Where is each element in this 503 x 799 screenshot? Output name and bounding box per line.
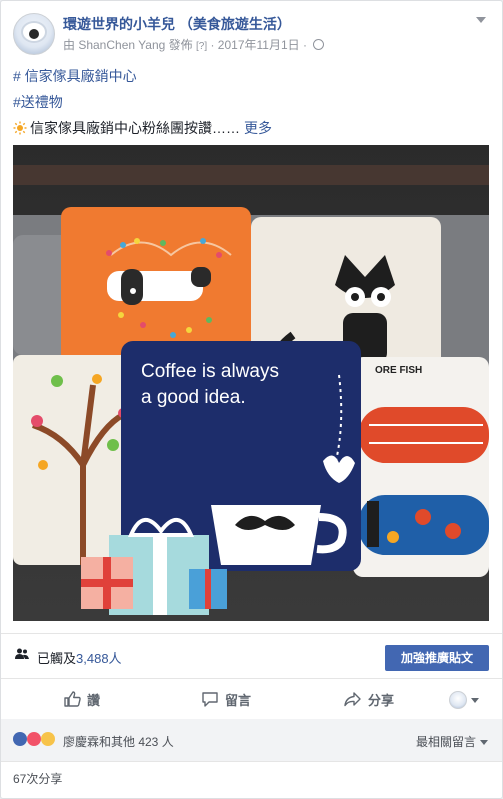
- share-label: 分享: [368, 693, 395, 708]
- pillows-image: ORE FISH Coffee is always a good idea.: [13, 145, 489, 621]
- hashtag-link-2[interactable]: #送禮物: [13, 89, 490, 115]
- post-options-chevron-icon[interactable]: [476, 17, 486, 23]
- post-date-link[interactable]: 2017年11月1日: [218, 38, 300, 52]
- see-more-link[interactable]: 更多: [244, 120, 272, 136]
- people-icon: [15, 648, 29, 659]
- thumbs-up-icon: [64, 691, 81, 707]
- comment-label: 留言: [225, 693, 252, 708]
- help-link[interactable]: [?]: [196, 41, 207, 52]
- post-text: # 信家傢具廠銷中心 #送禮物 信家傢具廠銷中心粉絲團按讚…… 更多: [13, 63, 490, 141]
- like-label: 讚: [87, 693, 101, 708]
- pillow-text-line1: Coffee is always: [141, 361, 279, 382]
- page-name-link[interactable]: 環遊世界的小羊兒 （美食旅遊生活）: [63, 14, 291, 34]
- reach-bar: 已觸及3,488人 加強推廣貼文: [1, 633, 502, 678]
- fish-pillow-text: ORE FISH: [375, 365, 422, 376]
- boost-post-button[interactable]: 加強推廣貼文: [385, 645, 489, 671]
- page-avatar[interactable]: [13, 13, 55, 55]
- post-body-line: 信家傢具廠銷中心粉絲團按讚…… 更多: [13, 120, 272, 136]
- caret-down-icon: [471, 697, 479, 703]
- sheep-face-icon: [29, 29, 39, 39]
- share-count-link[interactable]: 67次分享: [13, 770, 62, 787]
- love-reaction-icon[interactable]: [27, 732, 41, 746]
- sun-emoji-icon: [13, 121, 27, 135]
- react-as-selector[interactable]: [449, 691, 479, 709]
- sad-reaction-icon[interactable]: [41, 732, 55, 746]
- pillow-text-line2: a good idea.: [141, 387, 246, 408]
- reach-count-link[interactable]: 3,488人: [76, 651, 122, 666]
- like-reaction-icon[interactable]: [13, 732, 27, 746]
- page-mini-avatar: [449, 691, 467, 709]
- fish-pillow: ORE FISH: [353, 357, 489, 577]
- action-bar: 讚 留言 分享: [1, 678, 502, 720]
- comment-icon: [202, 692, 218, 707]
- post-body-text: 信家傢具廠銷中心粉絲團按讚……: [30, 120, 240, 136]
- sort-caret-icon: [480, 740, 488, 746]
- globe-icon: [313, 39, 325, 50]
- share-button[interactable]: 分享: [344, 690, 394, 709]
- meta-separator: ·: [210, 38, 215, 52]
- hashtag-link-1[interactable]: # 信家傢具廠銷中心: [13, 63, 490, 89]
- comment-button[interactable]: 留言: [201, 690, 251, 709]
- share-arrow-icon: [344, 692, 361, 707]
- post-photo[interactable]: ORE FISH Coffee is always a good idea.: [13, 145, 489, 621]
- author-line: 由 ShanChen Yang 發佈: [63, 38, 193, 52]
- reach-label: 已觸及: [37, 651, 77, 666]
- post-header: 環遊世界的小羊兒 （美食旅遊生活） 由 ShanChen Yang 發佈 [?]…: [13, 13, 490, 57]
- reach-summary: 已觸及3,488人: [37, 648, 122, 667]
- post-card: 環遊世界的小羊兒 （美食旅遊生活） 由 ShanChen Yang 發佈 [?]…: [0, 0, 503, 799]
- reactions-bar: 廖慶霖和其他 423 人 最相關留言: [1, 719, 502, 762]
- reactions-summary-link[interactable]: 廖慶霖和其他 423 人: [63, 733, 174, 750]
- comment-sort-label: 最相關留言: [415, 735, 476, 749]
- like-button[interactable]: 讚: [63, 690, 100, 709]
- comment-sort-dropdown[interactable]: 最相關留言: [416, 733, 488, 750]
- meta-separator-2: ·: [302, 38, 307, 52]
- post-meta: 由 ShanChen Yang 發佈 [?] · 2017年11月1日 ·: [63, 36, 325, 53]
